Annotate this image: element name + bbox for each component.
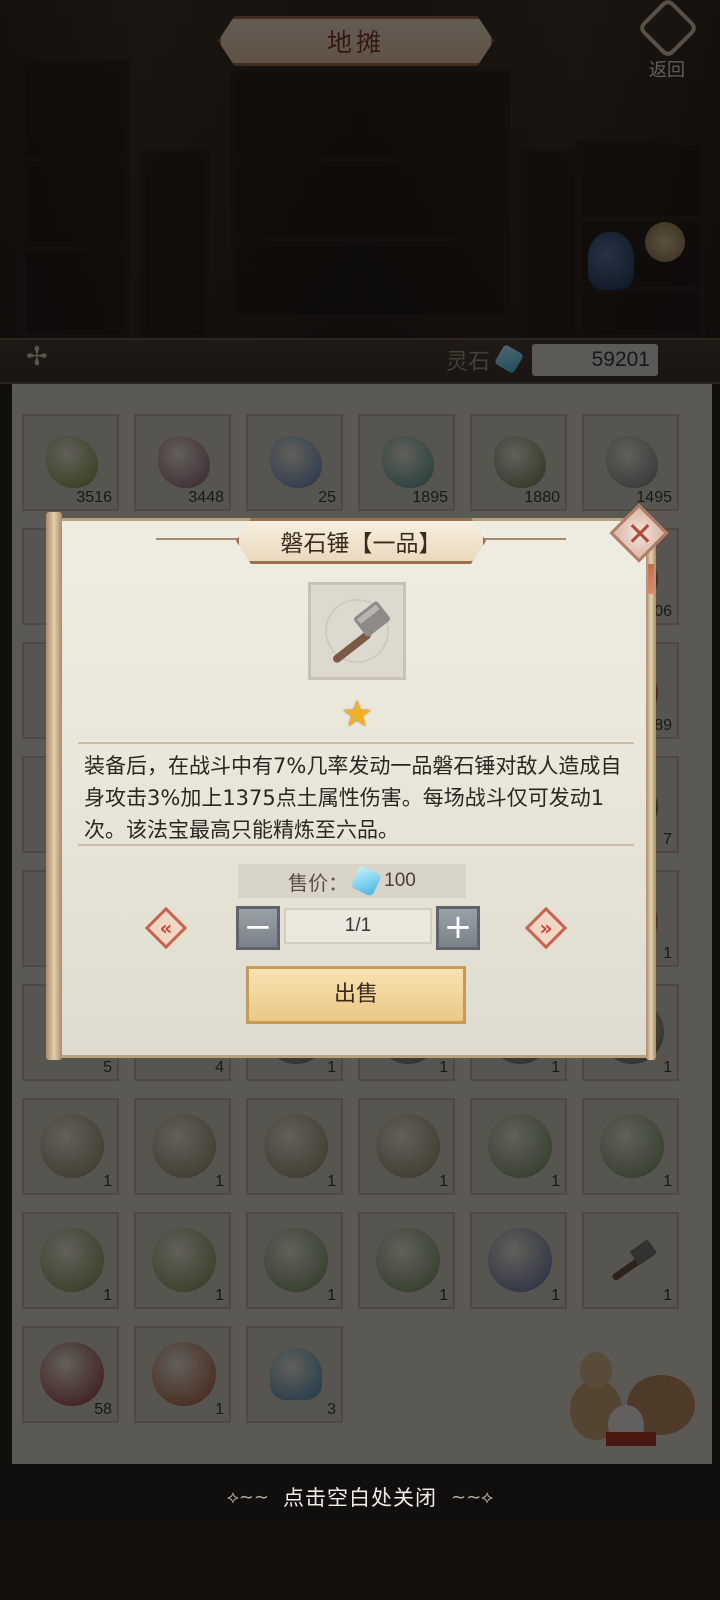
double-chevron-left-icon: « <box>159 916 173 940</box>
tassel-decoration <box>648 564 654 594</box>
close-hint[interactable]: 点击空白处关闭 <box>283 1482 437 1512</box>
close-button[interactable]: ✕ <box>609 503 669 563</box>
title-ornament-line <box>476 538 566 540</box>
spirit-stone-icon <box>350 865 383 897</box>
item-detail-dialog: 磐石锤【一品】 ✕ ★ 装备后，在战斗中有7%几率发动一品磐石锤对敌人造成自身攻… <box>46 503 669 1060</box>
star-icon: ★ <box>340 694 374 735</box>
divider <box>78 844 634 846</box>
price-bar: 售价： 100 <box>238 864 466 898</box>
scroll-rod <box>646 542 656 1060</box>
sell-button[interactable]: 出售 <box>246 966 466 1024</box>
scroll-rod <box>46 512 62 1060</box>
divider <box>78 742 634 744</box>
item-icon-frame <box>308 582 406 680</box>
dialog-title-bar: 磐石锤【一品】 <box>46 518 666 568</box>
plus-button[interactable]: + <box>436 906 480 950</box>
quantity-field[interactable]: 1/1 <box>284 908 432 944</box>
increase-max-button[interactable]: » <box>524 906 568 950</box>
item-description: 装备后，在战斗中有7%几率发动一品磐石锤对敌人造成自身攻击3%加上1375点土属… <box>84 754 622 842</box>
double-chevron-right-icon: » <box>539 916 553 940</box>
price-value: 100 <box>384 870 416 891</box>
close-hint-bar: ⟡∼∼ 点击空白处关闭 ∼∼⟡ <box>0 1472 720 1522</box>
item-name: 磐石锤【一品】 <box>236 518 486 564</box>
close-icon: ✕ <box>626 515 654 553</box>
minus-button[interactable]: − <box>236 906 280 950</box>
title-ornament-line <box>156 538 246 540</box>
decrease-min-button[interactable]: « <box>144 906 188 950</box>
hammer-icon <box>333 601 390 663</box>
ornament-right-icon: ∼∼⟡ <box>451 1486 494 1508</box>
ornament-left-icon: ⟡∼∼ <box>226 1486 269 1508</box>
price-label: 售价： <box>288 870 349 895</box>
